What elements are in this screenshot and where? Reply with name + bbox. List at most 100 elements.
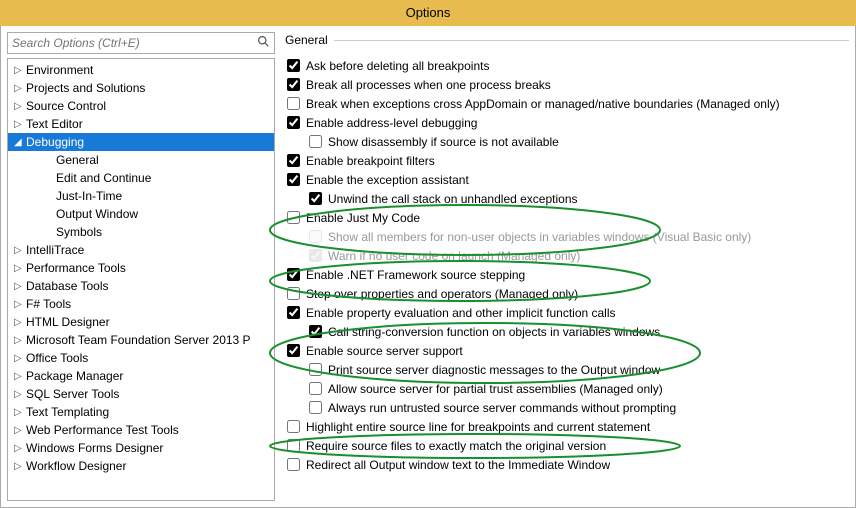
tree-item-label: Database Tools (26, 279, 109, 293)
option-row: Require source files to exactly match th… (287, 436, 849, 455)
option-checkbox[interactable] (287, 306, 300, 319)
option-checkbox[interactable] (309, 401, 322, 414)
chevron-right-icon: ▷ (14, 407, 26, 418)
tree-item-label: Windows Forms Designer (26, 441, 163, 455)
option-checkbox[interactable] (309, 363, 322, 376)
tree-item-label: Workflow Designer (26, 459, 126, 473)
option-label: Show disassembly if source is not availa… (328, 135, 559, 149)
tree-item[interactable]: ▷Microsoft Team Foundation Server 2013 P (8, 331, 274, 349)
option-checkbox[interactable] (287, 458, 300, 471)
chevron-right-icon: ▷ (14, 281, 26, 292)
option-label: Ask before deleting all breakpoints (306, 59, 489, 73)
option-checkbox[interactable] (309, 382, 322, 395)
chevron-right-icon: ▷ (14, 389, 26, 400)
option-checkbox[interactable] (287, 420, 300, 433)
option-checkbox[interactable] (309, 135, 322, 148)
option-checkbox[interactable] (287, 97, 300, 110)
option-row: Ask before deleting all breakpoints (287, 56, 849, 75)
chevron-right-icon: ▷ (14, 83, 26, 94)
chevron-right-icon: ▷ (14, 245, 26, 256)
search-box[interactable] (7, 32, 275, 54)
option-label: Call string-conversion function on objec… (328, 325, 660, 339)
option-row: Enable .NET Framework source stepping (287, 265, 849, 284)
tree-item[interactable]: Just-In-Time (8, 187, 274, 205)
option-checkbox[interactable] (287, 344, 300, 357)
option-checkbox[interactable] (287, 78, 300, 91)
tree-item[interactable]: Edit and Continue (8, 169, 274, 187)
tree-item[interactable]: ▷Package Manager (8, 367, 274, 385)
option-label: Warn if no user code on launch (Managed … (328, 249, 580, 263)
chevron-down-icon: ◢ (14, 137, 26, 148)
option-label: Allow source server for partial trust as… (328, 382, 663, 396)
tree-item[interactable]: ▷Windows Forms Designer (8, 439, 274, 457)
chevron-right-icon: ▷ (14, 461, 26, 472)
tree-item[interactable]: ▷Database Tools (8, 277, 274, 295)
option-label: Highlight entire source line for breakpo… (306, 420, 650, 434)
option-row: Break when exceptions cross AppDomain or… (287, 94, 849, 113)
chevron-right-icon: ▷ (14, 119, 26, 130)
tree-item-label: Projects and Solutions (26, 81, 145, 95)
section-label: General (285, 33, 328, 47)
options-list: Ask before deleting all breakpoints Break… (285, 56, 849, 501)
tree-item[interactable]: ▷Text Editor (8, 115, 274, 133)
tree-item[interactable]: Symbols (8, 223, 274, 241)
tree-item[interactable]: General (8, 151, 274, 169)
tree-item-label: Output Window (56, 207, 138, 221)
chevron-right-icon: ▷ (14, 443, 26, 454)
chevron-right-icon: ▷ (14, 101, 26, 112)
left-panel: ▷Environment▷Projects and Solutions▷Sour… (7, 32, 275, 501)
option-row: Enable Just My Code (287, 208, 849, 227)
section-divider (334, 40, 849, 41)
tree-item-label: IntelliTrace (26, 243, 84, 257)
tree-item[interactable]: ▷F# Tools (8, 295, 274, 313)
option-checkbox[interactable] (287, 173, 300, 186)
tree-item[interactable]: ▷Projects and Solutions (8, 79, 274, 97)
tree-item-label: Symbols (56, 225, 102, 239)
tree-item-label: SQL Server Tools (26, 387, 119, 401)
tree-item[interactable]: ▷Workflow Designer (8, 457, 274, 475)
option-checkbox[interactable] (287, 116, 300, 129)
tree-item[interactable]: ▷Source Control (8, 97, 274, 115)
tree-item-label: Environment (26, 63, 93, 77)
tree-item[interactable]: ▷IntelliTrace (8, 241, 274, 259)
option-checkbox[interactable] (287, 439, 300, 452)
tree-item[interactable]: ▷Web Performance Test Tools (8, 421, 274, 439)
option-label: Enable source server support (306, 344, 463, 358)
tree-item[interactable]: Output Window (8, 205, 274, 223)
tree-item[interactable]: ▷Environment (8, 61, 274, 79)
tree-item[interactable]: ▷Office Tools (8, 349, 274, 367)
option-row: Break all processes when one process bre… (287, 75, 849, 94)
option-checkbox[interactable] (287, 287, 300, 300)
option-row: Enable property evaluation and other imp… (287, 303, 849, 322)
nav-tree[interactable]: ▷Environment▷Projects and Solutions▷Sour… (7, 58, 275, 501)
chevron-right-icon: ▷ (14, 263, 26, 274)
option-checkbox[interactable] (287, 211, 300, 224)
tree-item-label: Edit and Continue (56, 171, 151, 185)
tree-item-label: General (56, 153, 99, 167)
search-icon (257, 35, 270, 51)
option-checkbox[interactable] (309, 325, 322, 338)
option-row: Warn if no user code on launch (Managed … (287, 246, 849, 265)
option-checkbox[interactable] (287, 59, 300, 72)
option-checkbox[interactable] (309, 192, 322, 205)
option-row: Call string-conversion function on objec… (287, 322, 849, 341)
option-label: Redirect all Output window text to the I… (306, 458, 610, 472)
search-input[interactable] (12, 36, 257, 50)
option-checkbox[interactable] (287, 154, 300, 167)
option-row: Redirect all Output window text to the I… (287, 455, 849, 474)
option-checkbox[interactable] (287, 268, 300, 281)
tree-item[interactable]: ▷Text Templating (8, 403, 274, 421)
option-row: Enable breakpoint filters (287, 151, 849, 170)
chevron-right-icon: ▷ (14, 425, 26, 436)
option-row: Allow source server for partial trust as… (287, 379, 849, 398)
tree-item[interactable]: ▷SQL Server Tools (8, 385, 274, 403)
tree-item-label: Just-In-Time (56, 189, 122, 203)
tree-item[interactable]: ◢Debugging (8, 133, 274, 151)
tree-item-label: Office Tools (26, 351, 88, 365)
option-label: Enable property evaluation and other imp… (306, 306, 616, 320)
tree-item[interactable]: ▷Performance Tools (8, 259, 274, 277)
option-label: Enable .NET Framework source stepping (306, 268, 525, 282)
tree-item[interactable]: ▷HTML Designer (8, 313, 274, 331)
chevron-right-icon: ▷ (14, 317, 26, 328)
dialog-body: ▷Environment▷Projects and Solutions▷Sour… (0, 26, 856, 508)
